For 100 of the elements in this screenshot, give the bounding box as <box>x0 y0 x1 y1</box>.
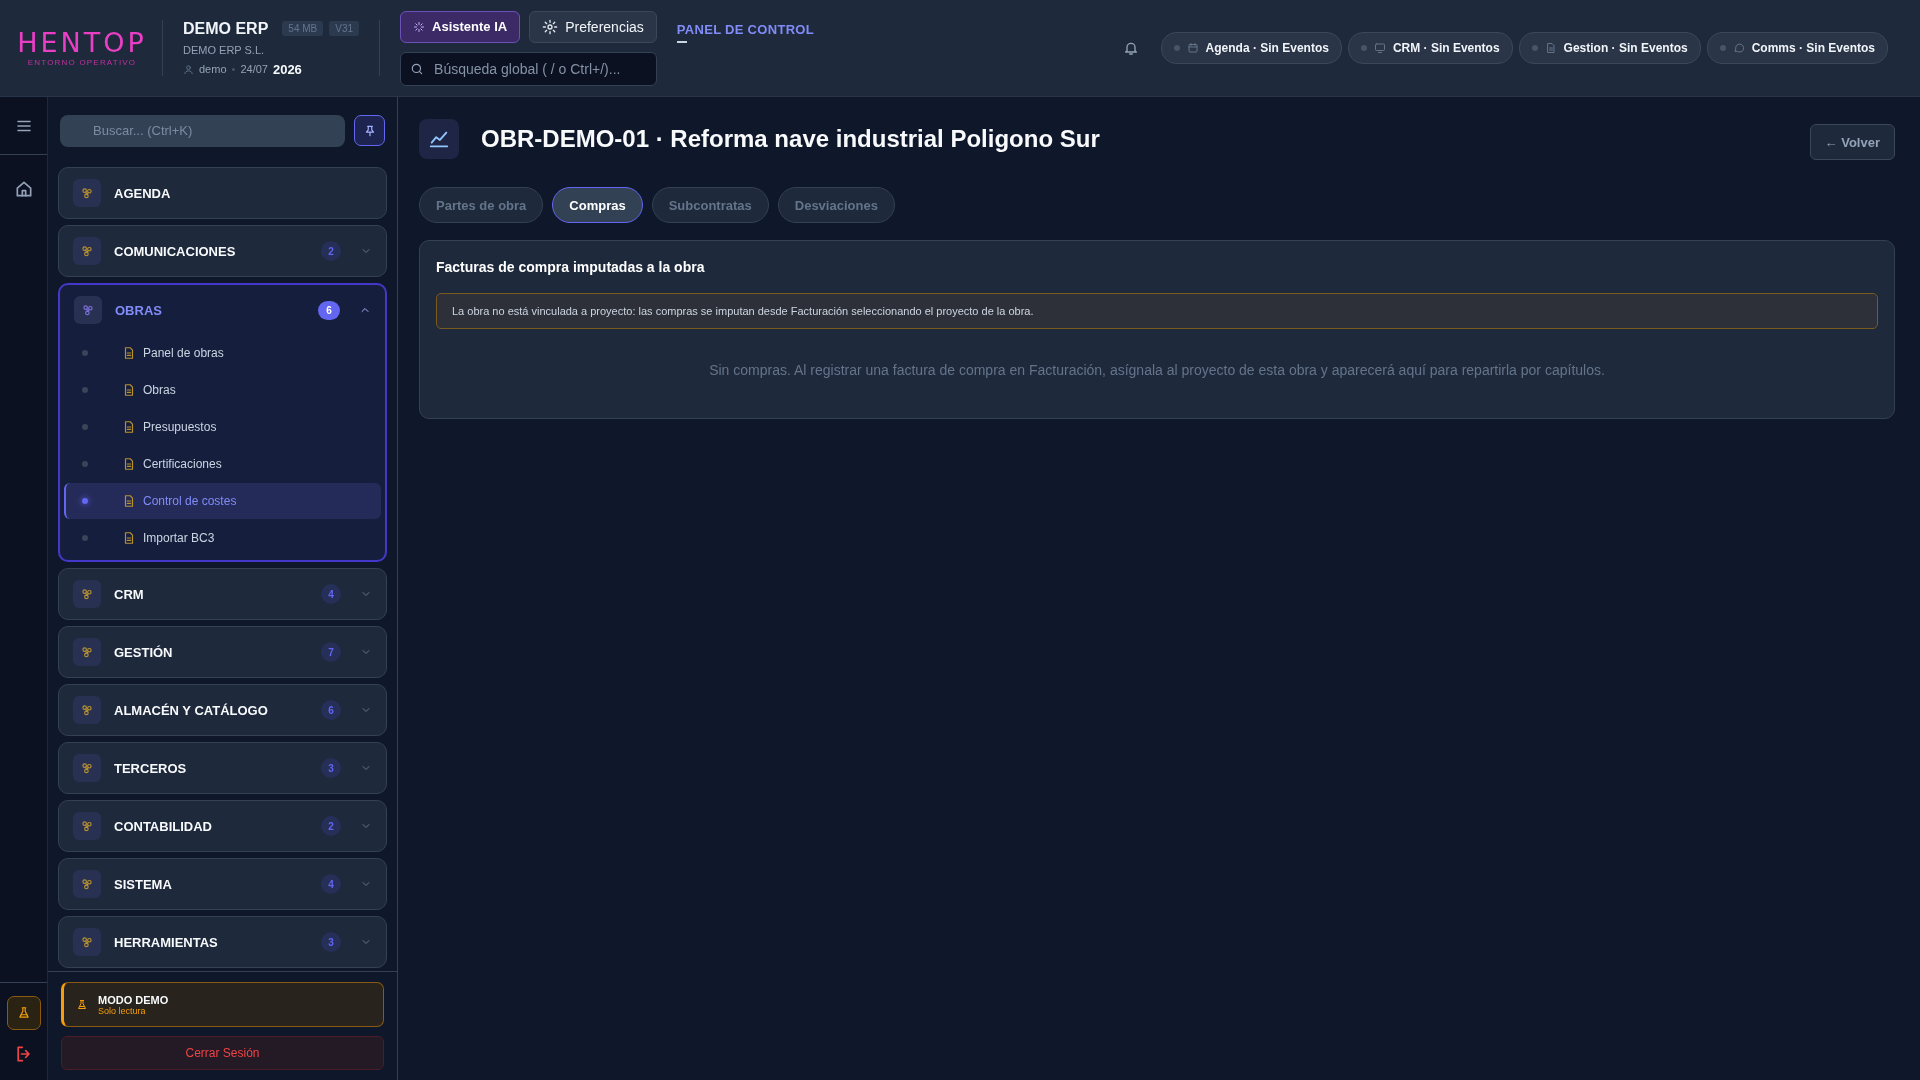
company-name: DEMO ERP <box>183 19 269 38</box>
nav-group-label: AGENDA <box>114 185 172 201</box>
nav-item[interactable]: Presupuestos <box>64 409 381 445</box>
logo-tagline: ENTORNO OPERATIVO <box>27 58 137 67</box>
nav-group-header[interactable]: COMUNICACIONES 2 <box>59 226 386 276</box>
page-title: OBR-DEMO-01 · Reforma nave industrial Poligono Sur <box>481 125 1101 153</box>
document-icon <box>122 383 136 397</box>
count-badge: 4 <box>321 874 341 894</box>
demo-mode-button[interactable] <box>6 996 41 1030</box>
nav-group-label: CRM <box>114 586 145 602</box>
nav-group-header[interactable]: GESTIÓN 7 <box>59 627 386 677</box>
status-dot <box>82 461 88 467</box>
flask-icon <box>76 998 88 1011</box>
status-dot <box>1531 45 1538 51</box>
assistant-button[interactable]: Asistente IA <box>400 10 521 43</box>
status-dot <box>1173 45 1180 51</box>
chat-icon <box>1732 42 1745 54</box>
notice-subtitle: Solo lectura <box>98 1005 147 1016</box>
empty-state-text: Sin compras. Al registrar una factura de compra en Facturación, asígnala al proyecto de esta obra y aparecerá aquí para repartirla por capítulos. <box>708 362 1606 378</box>
cluster-icon <box>80 244 94 258</box>
separator-dot: • <box>231 63 236 75</box>
document-icon <box>1544 42 1557 54</box>
back-button[interactable]: ← Volver <box>1809 124 1895 160</box>
nav-group-header[interactable]: OBRAS 6 <box>60 285 385 335</box>
nav-item[interactable]: Obras <box>64 372 381 408</box>
settings-icon <box>542 18 559 35</box>
count-badge: 2 <box>321 241 341 261</box>
status-dot <box>1360 45 1367 51</box>
search-field[interactable]: Buscar... (Ctrl+K) <box>60 114 345 147</box>
status-pill[interactable]: Gestion · Sin Eventos <box>1518 32 1701 64</box>
nav-group-label: GESTIÓN <box>114 644 174 660</box>
count-badge: 4 <box>321 584 341 604</box>
count-badge: 7 <box>321 642 341 662</box>
count-badge: 6 <box>321 700 341 720</box>
document-icon <box>122 420 136 434</box>
nav-group-label: COMUNICACIONES <box>114 243 237 259</box>
nav-group-header[interactable]: HERRAMIENTAS 3 <box>59 917 386 967</box>
pin-button[interactable] <box>354 115 385 146</box>
nav-group-header[interactable]: TERCEROS 3 <box>59 743 386 793</box>
info-badge: V31 <box>329 21 360 36</box>
nav-group-header[interactable]: ALMACÉN Y CATÁLOGO 6 <box>59 685 386 735</box>
count-badge: 6 <box>318 300 340 320</box>
nav-group-label: SISTEMA <box>114 876 173 892</box>
sparkle-icon <box>413 20 426 33</box>
cluster-icon <box>80 761 94 775</box>
user-icon <box>183 63 194 75</box>
cluster-icon <box>80 186 94 200</box>
search-field[interactable]: Búsqueda global ( / o Ctrl+/)... <box>400 51 657 86</box>
nav-item[interactable]: Importar BC3 <box>64 520 381 556</box>
status-pill[interactable]: Comms · Sin Eventos <box>1706 32 1888 64</box>
company-legal-name: DEMO ERP S.L. <box>183 43 266 56</box>
nav-group-header[interactable]: CRM 4 <box>59 569 386 619</box>
nav-group-label: ALMACÉN Y CATÁLOGO <box>114 702 269 718</box>
status-dot <box>1719 45 1726 51</box>
nav-group-label: OBRAS <box>115 302 163 318</box>
section-title: PANEL DE CONTROL <box>676 22 814 37</box>
count-badge: 3 <box>321 758 341 778</box>
nav-group-header[interactable]: CONTABILIDAD 2 <box>59 801 386 851</box>
user-name: demo <box>199 63 227 75</box>
cluster-icon <box>80 645 94 659</box>
cluster-icon <box>80 587 94 601</box>
calendar-icon <box>1186 42 1199 54</box>
search-icon <box>410 61 425 76</box>
monitor-icon <box>1373 42 1386 54</box>
cluster-icon <box>80 877 94 891</box>
preferences-button[interactable]: Preferencias <box>529 10 657 43</box>
document-icon <box>122 494 136 508</box>
status-dot <box>82 387 88 393</box>
nav-group-label: HERRAMIENTAS <box>114 934 219 950</box>
nav-group-label: TERCEROS <box>114 760 188 776</box>
nav-item[interactable]: Panel de obras <box>64 335 381 371</box>
warning-notice: La obra no está vinculada a proyecto: las compras se imputan desde Facturación seleccionando el proyecto de la obra. <box>436 293 1878 329</box>
count-badge: 3 <box>321 932 341 952</box>
bell-icon[interactable] <box>1122 40 1139 56</box>
status-dot <box>82 535 88 541</box>
cluster-icon <box>80 935 94 949</box>
info-badge: 54 MB <box>282 21 324 36</box>
nav-item[interactable]: Control de costes <box>64 483 381 519</box>
status-pill[interactable]: CRM · Sin Eventos <box>1347 32 1513 64</box>
tab[interactable]: Compras <box>552 187 643 223</box>
notice-title: MODO DEMO <box>98 993 169 1006</box>
status-pill[interactable]: Agenda · Sin Eventos <box>1160 32 1342 64</box>
nav-group-header[interactable]: AGENDA <box>59 168 386 218</box>
status-dot <box>82 350 88 356</box>
status-dot <box>82 424 88 430</box>
cluster-icon <box>80 819 94 833</box>
count-badge: 2 <box>321 816 341 836</box>
cluster-icon <box>81 303 95 317</box>
document-icon <box>122 531 136 545</box>
year-label: 2026 <box>272 61 302 77</box>
nav-group-header[interactable]: SISTEMA 4 <box>59 859 386 909</box>
flask-icon <box>16 1006 31 1020</box>
date-label: 24/07 <box>240 63 268 75</box>
nav-item[interactable]: Certificaciones <box>64 446 381 482</box>
document-icon <box>122 346 136 360</box>
logo-wordmark: HENTOP <box>17 29 147 56</box>
logout-button[interactable]: Cerrar Sesión <box>61 1036 384 1070</box>
title-underline <box>676 41 687 43</box>
status-dot <box>82 498 88 504</box>
nav-group-label: CONTABILIDAD <box>114 818 213 834</box>
